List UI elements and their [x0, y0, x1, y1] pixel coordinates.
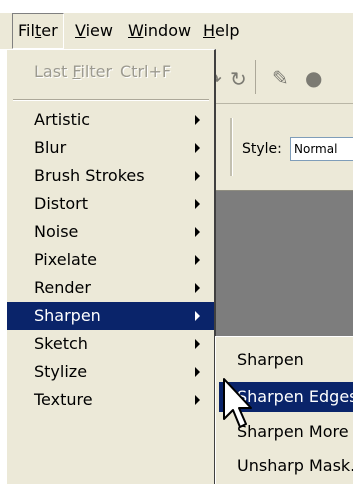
menu-divider [13, 99, 209, 101]
options-separator [230, 118, 233, 176]
menu-item-label: Noise [34, 222, 79, 241]
submenu-item-label: Sharpen Edges [237, 387, 353, 406]
submenu-item-label: Sharpen More [237, 422, 349, 441]
last-filter-shortcut: Ctrl+F [120, 62, 172, 81]
menu-item-noise[interactable]: Noise [7, 218, 214, 246]
submenu-arrow-icon [195, 395, 200, 405]
submenu-item-sharpen[interactable]: Sharpen [219, 345, 353, 375]
app-window: ↷ ↻ ✎ ● Style: Normal Filter View Window… [0, 0, 353, 484]
last-filter-label-post: ilter [80, 62, 113, 81]
menu-item-label: Brush Strokes [34, 166, 145, 185]
menu-view-label: iew [85, 21, 113, 40]
menu-item-brush-strokes[interactable]: Brush Strokes [7, 162, 214, 190]
menu-view-accel: V [75, 21, 86, 40]
submenu-arrow-icon [195, 143, 200, 153]
submenu-arrow-icon [195, 311, 200, 321]
menu-help-label: elp [215, 21, 240, 40]
menu-item-sketch[interactable]: Sketch [7, 330, 214, 358]
toolbar-separator [255, 60, 256, 94]
menu-view[interactable]: View [70, 13, 118, 49]
menu-item-distort[interactable]: Distort [7, 190, 214, 218]
submenu-arrow-icon [195, 255, 200, 265]
menu-item-last-filter[interactable]: Last Filter Ctrl+F [7, 58, 214, 86]
menu-help[interactable]: Help [198, 13, 244, 49]
menu-filter-label-pre: Fil [18, 21, 35, 40]
submenu-item-label: Sharpen [237, 350, 304, 369]
filter-menu: Last Filter Ctrl+F Artistic Blur Brush S… [6, 49, 216, 484]
style-label: Style: [242, 141, 282, 157]
submenu-arrow-icon [195, 199, 200, 209]
menu-item-sharpen[interactable]: Sharpen [7, 302, 214, 330]
menu-item-blur[interactable]: Blur [7, 134, 214, 162]
menu-item-label: Sharpen [34, 306, 101, 325]
menu-item-label: Pixelate [34, 250, 97, 269]
menu-item-render[interactable]: Render [7, 274, 214, 302]
menu-item-stylize[interactable]: Stylize [7, 358, 214, 386]
menu-item-pixelate[interactable]: Pixelate [7, 246, 214, 274]
last-filter-label-pre: Last [34, 62, 73, 81]
brush-icon[interactable]: ✎ [272, 66, 289, 90]
style-select[interactable]: Normal [290, 137, 353, 161]
mouse-pointer-icon [223, 378, 252, 428]
menu-item-artistic[interactable]: Artistic [7, 106, 214, 134]
submenu-arrow-icon [195, 115, 200, 125]
menu-window-accel: W [128, 21, 144, 40]
submenu-item-label: Unsharp Mask... [237, 456, 353, 475]
menu-filter[interactable]: Filter [12, 13, 64, 49]
menu-item-label: Stylize [34, 362, 88, 381]
menu-item-label: Render [34, 278, 91, 297]
menu-item-texture[interactable]: Texture [7, 386, 214, 414]
submenu-arrow-icon [195, 367, 200, 377]
menu-window-label: indow [143, 21, 192, 40]
menu-item-label: Distort [34, 194, 89, 213]
menu-filter-label-post: er [41, 21, 58, 40]
menu-item-label: Blur [34, 138, 67, 157]
menubar: Filter View Window Help [0, 13, 353, 49]
step-forward-icon[interactable]: ↻ [230, 67, 247, 91]
submenu-arrow-icon [195, 339, 200, 349]
menu-item-label: Sketch [34, 334, 88, 353]
submenu-arrow-icon [195, 171, 200, 181]
menu-item-label: Texture [34, 390, 93, 409]
submenu-item-unsharp-mask[interactable]: Unsharp Mask... [219, 451, 353, 481]
menu-window[interactable]: Window [123, 13, 196, 49]
submenu-arrow-icon [195, 283, 200, 293]
stamp-icon[interactable]: ● [305, 66, 322, 90]
submenu-arrow-icon [195, 227, 200, 237]
menu-help-accel: H [203, 21, 216, 40]
menu-item-label: Artistic [34, 110, 91, 129]
